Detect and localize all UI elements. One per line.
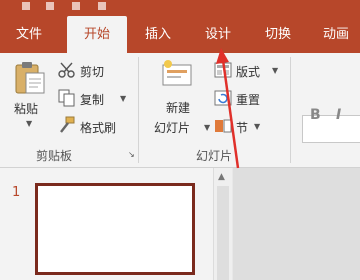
annotation-arrow	[216, 48, 240, 169]
